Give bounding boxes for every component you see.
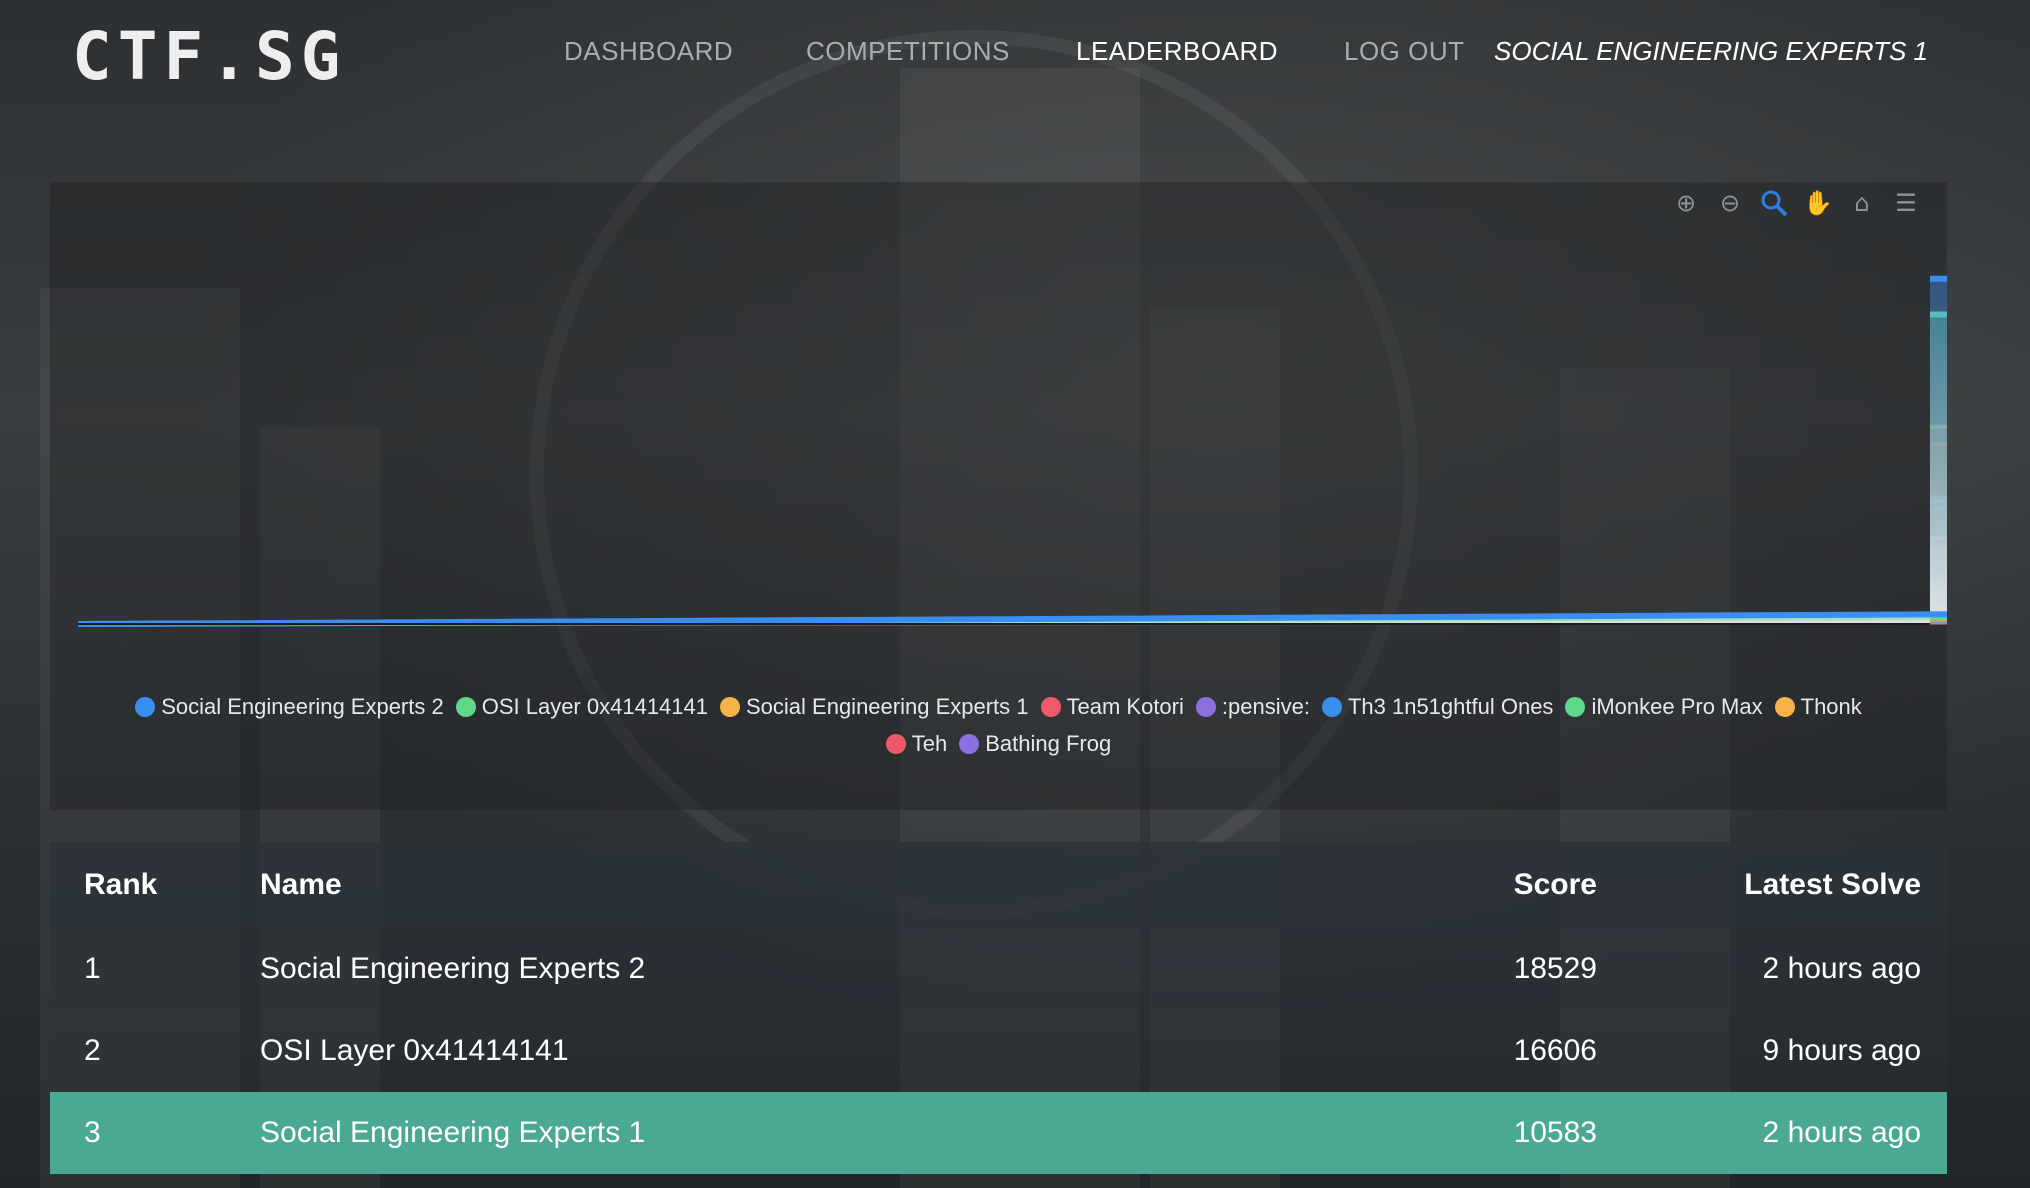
series-area-8 bbox=[78, 547, 1947, 624]
score-chart-panel: ⊕ ⊖ ✋ ⌂ ☰ 372565955639472067158645964510… bbox=[50, 182, 1947, 810]
legend-item[interactable]: Social Engineering Experts 2 bbox=[135, 688, 444, 725]
nav-dashboard[interactable]: DASHBOARD bbox=[564, 36, 733, 67]
legend-item[interactable]: iMonkee Pro Max bbox=[1565, 688, 1763, 725]
legend-item[interactable]: Bathing Frog bbox=[959, 725, 1111, 762]
nav-user-team[interactable]: SOCIAL ENGINEERING EXPERTS 1 bbox=[1494, 36, 1928, 67]
series-area-1 bbox=[78, 314, 1947, 624]
series-area-7 bbox=[78, 538, 1947, 624]
row-score: 16606 bbox=[1513, 1034, 1597, 1067]
legend-item[interactable]: Social Engineering Experts 1 bbox=[720, 688, 1029, 725]
legend-dot-icon bbox=[885, 734, 906, 754]
legend-item[interactable]: Thonk bbox=[1774, 688, 1862, 725]
series-line-7[interactable] bbox=[77, 536, 1947, 626]
header-rank[interactable]: Rank bbox=[84, 842, 157, 928]
table-header-row: Rank Name Score Latest Solve bbox=[50, 842, 1947, 928]
nav-competitions[interactable]: COMPETITIONS bbox=[806, 36, 1010, 67]
legend-label: OSI Layer 0x41414141 bbox=[481, 694, 708, 719]
table-row[interactable]: 2 OSI Layer 0x41414141 16606 9 hours ago bbox=[50, 1010, 1947, 1092]
series-line-0[interactable] bbox=[77, 275, 1947, 627]
series-line-5[interactable] bbox=[77, 506, 1947, 626]
leaderboard-table: Rank Name Score Latest Solve 1 Social En… bbox=[50, 842, 1947, 1174]
legend-label: Social Engineering Experts 1 bbox=[746, 694, 1029, 719]
header-latest-solve[interactable]: Latest Solve bbox=[1744, 842, 1921, 928]
legend-label: :pensive: bbox=[1221, 694, 1310, 719]
legend-item[interactable]: Teh bbox=[885, 725, 948, 762]
legend-item[interactable]: Th3 1n51ghtful Ones bbox=[1321, 688, 1554, 725]
header-score[interactable]: Score bbox=[1514, 842, 1597, 928]
series-line-1[interactable] bbox=[77, 311, 1947, 627]
legend-dot-icon bbox=[1321, 697, 1342, 717]
legend-label: Teh bbox=[911, 731, 948, 756]
table-row[interactable]: 1 Social Engineering Experts 2 18529 2 h… bbox=[50, 928, 1947, 1010]
row-rank: 2 bbox=[84, 1034, 101, 1067]
table-row-current-team[interactable]: 3 Social Engineering Experts 1 10583 2 h… bbox=[50, 1092, 1947, 1174]
row-rank: 3 bbox=[84, 1116, 101, 1149]
row-latest-solve: 2 hours ago bbox=[1762, 1116, 1921, 1149]
legend-dot-icon bbox=[1774, 697, 1795, 717]
navbar: CTF.SG DASHBOARD COMPETITIONS LEADERBOAR… bbox=[0, 0, 2030, 110]
series-line-2[interactable] bbox=[77, 424, 1947, 626]
series-line-6[interactable] bbox=[77, 499, 1947, 626]
row-team-name[interactable]: OSI Layer 0x41414141 bbox=[260, 1010, 569, 1092]
legend-dot-icon bbox=[720, 697, 740, 717]
row-score: 18529 bbox=[1513, 952, 1597, 985]
legend-dot-icon bbox=[959, 734, 980, 754]
legend-label: Th3 1n51ghtful Ones bbox=[1347, 694, 1554, 719]
row-score: 10583 bbox=[1513, 1116, 1597, 1149]
series-area-6 bbox=[78, 501, 1947, 624]
legend-dot-icon bbox=[1195, 697, 1216, 717]
legend-label: Social Engineering Experts 2 bbox=[161, 694, 444, 719]
series-line-3[interactable] bbox=[77, 442, 1947, 626]
logo[interactable]: CTF.SG bbox=[72, 18, 346, 95]
legend-item[interactable]: :pensive: bbox=[1195, 688, 1310, 725]
legend-dot-icon bbox=[455, 697, 476, 717]
row-team-name[interactable]: Social Engineering Experts 1 bbox=[260, 1092, 645, 1174]
legend-dot-icon bbox=[1040, 697, 1061, 717]
legend-item[interactable]: Team Kotori bbox=[1040, 688, 1184, 725]
series-line-8[interactable] bbox=[77, 545, 1947, 626]
series-area-0 bbox=[78, 278, 1947, 624]
row-team-name[interactable]: Social Engineering Experts 2 bbox=[260, 928, 645, 1010]
series-area-3 bbox=[78, 444, 1947, 624]
legend-dot-icon bbox=[135, 697, 156, 717]
legend-dot-icon bbox=[1565, 697, 1586, 717]
legend-label: Bathing Frog bbox=[985, 731, 1112, 756]
series-line-4[interactable] bbox=[77, 495, 1947, 626]
legend-item[interactable]: OSI Layer 0x41414141 bbox=[455, 688, 708, 725]
row-latest-solve: 9 hours ago bbox=[1762, 1034, 1921, 1067]
series-area-5 bbox=[78, 508, 1947, 624]
series-area-2 bbox=[78, 426, 1947, 624]
chart-legend: Social Engineering Experts 2 OSI Layer 0x… bbox=[50, 688, 1947, 762]
row-latest-solve: 2 hours ago bbox=[1762, 952, 1921, 985]
nav-logout[interactable]: LOG OUT bbox=[1344, 36, 1465, 67]
legend-label: Team Kotori bbox=[1066, 694, 1184, 719]
score-chart[interactable]: 3725659556394720671586459645105831018214… bbox=[50, 182, 1947, 688]
legend-label: Thonk bbox=[1800, 694, 1862, 719]
row-rank: 1 bbox=[84, 952, 101, 985]
header-name[interactable]: Name bbox=[260, 842, 342, 928]
nav-leaderboard[interactable]: LEADERBOARD bbox=[1076, 36, 1278, 67]
series-area-4 bbox=[78, 497, 1947, 624]
legend-label: iMonkee Pro Max bbox=[1591, 694, 1763, 719]
